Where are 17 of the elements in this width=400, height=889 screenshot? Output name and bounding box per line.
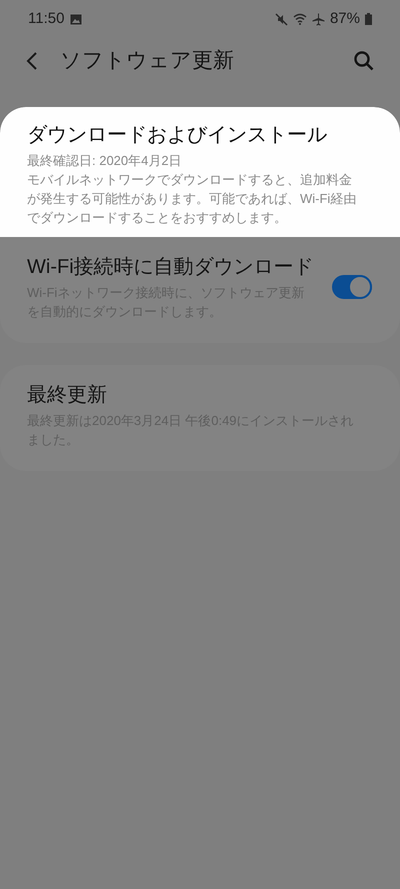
status-time: 11:50	[28, 8, 64, 29]
item-subtitle: 最終確認日: 2020年4月2日	[27, 152, 183, 170]
toggle-switch[interactable]	[332, 275, 372, 299]
item-title: Wi-Fi接続時に自動ダウンロード	[27, 255, 315, 280]
item-description: モバイルネットワークでダウンロードすると、追加料金が発生する可能性があります。可能であれば、Wi-Fi経由でダウンロードすることをおすすめします。	[27, 171, 357, 227]
airplane-icon	[312, 12, 325, 26]
back-icon[interactable]	[26, 52, 38, 70]
screen-title: ソフトウェア更新	[60, 48, 235, 74]
search-icon[interactable]	[354, 51, 374, 71]
mute-icon	[274, 12, 288, 26]
item-title: 最終更新	[27, 383, 108, 408]
settings-item[interactable]: ダウンロードおよびインストール 最終確認日: 2020年4月2日 モバイルネットワークでダウンロードすると、追加料金が発生する可能性があります。可能であれば、Wi-Fi経由でダウンロードすることをおすすめします。	[0, 107, 400, 237]
item-title: ダウンロードおよびインストール	[27, 123, 328, 148]
wifi-icon	[292, 13, 307, 25]
battery-percentage: 87%	[330, 8, 360, 29]
battery-icon	[365, 13, 372, 25]
image-icon	[70, 14, 82, 24]
